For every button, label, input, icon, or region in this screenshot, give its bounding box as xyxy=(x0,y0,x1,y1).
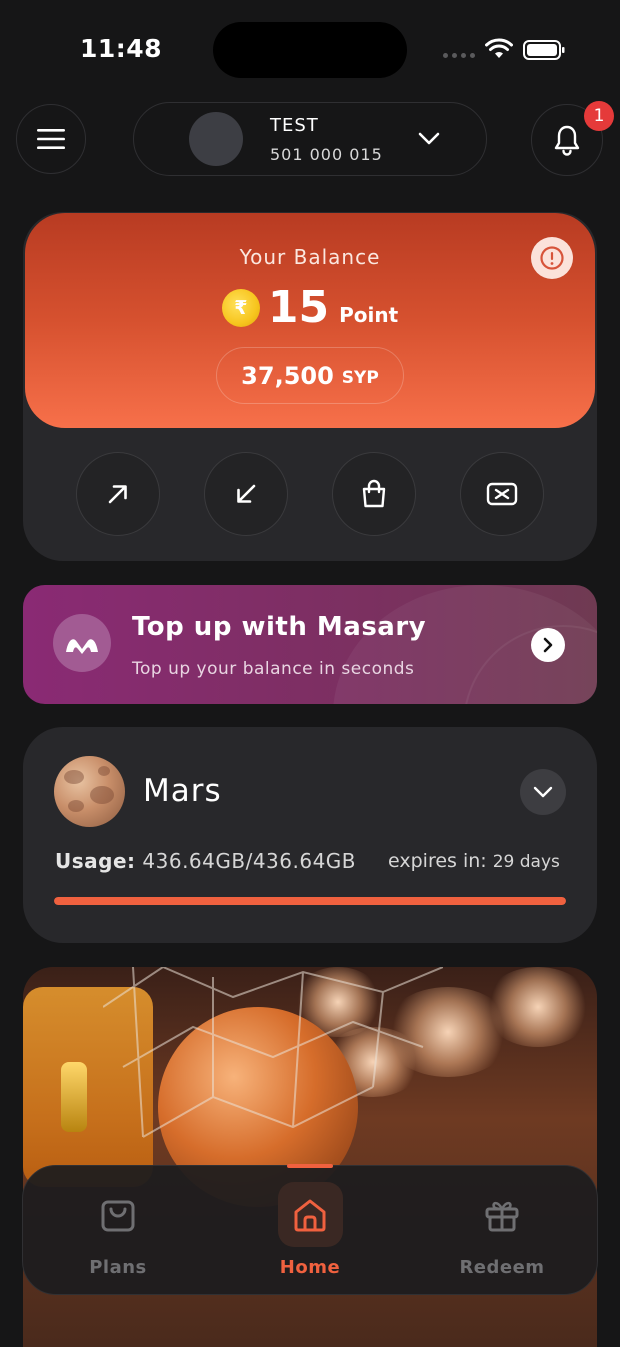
account-switcher[interactable]: TEST 501 000 015 xyxy=(133,102,487,176)
dynamic-island xyxy=(213,22,407,78)
wifi-icon xyxy=(485,38,513,58)
active-tab-indicator xyxy=(287,1164,333,1168)
shop-button[interactable] xyxy=(332,452,416,536)
trophy-icon xyxy=(61,1062,87,1132)
home-icon[interactable] xyxy=(291,1196,329,1234)
promo-arrow-button[interactable] xyxy=(531,628,565,662)
chevron-down-icon xyxy=(418,132,440,145)
account-name: TEST xyxy=(270,114,319,136)
usage-progress-fill xyxy=(54,897,566,905)
planet-icon xyxy=(54,756,125,827)
plan-card[interactable] xyxy=(23,727,597,943)
points-unit: Point xyxy=(339,302,399,327)
notification-badge: 1 xyxy=(584,101,614,131)
currency-balance: 37,500 SYP xyxy=(216,347,404,404)
promo-subtitle: Top up your balance in seconds xyxy=(132,659,415,679)
expires-text: expires in: 29 days xyxy=(388,850,560,872)
chevron-right-icon xyxy=(543,637,553,653)
send-button[interactable] xyxy=(76,452,160,536)
cellular-signal-icon xyxy=(443,53,475,58)
balance-info-button[interactable] xyxy=(531,237,573,279)
shopping-bag-icon[interactable] xyxy=(99,1196,137,1234)
usage-label: Usage: xyxy=(55,849,136,873)
avatar xyxy=(189,112,243,166)
arrow-up-right-icon xyxy=(108,485,127,504)
menu-button[interactable] xyxy=(16,104,86,174)
info-icon xyxy=(540,246,564,270)
ticket-icon xyxy=(486,482,518,506)
currency-value: 37,500 xyxy=(241,361,334,390)
currency-unit: SYP xyxy=(341,367,379,388)
nav-home[interactable]: Home xyxy=(250,1257,370,1278)
account-number: 501 000 015 xyxy=(270,144,383,164)
shopping-bag-icon xyxy=(362,479,386,508)
gift-icon[interactable] xyxy=(483,1196,521,1234)
masary-topup-banner[interactable]: Top up with Masary Top up your balance i… xyxy=(23,585,597,704)
plan-name: Mars xyxy=(143,773,222,809)
promo-title: Top up with Masary xyxy=(132,612,427,642)
balance-label: Your Balance xyxy=(239,245,381,269)
usage-progress-bar xyxy=(54,897,566,905)
status-time: 11:48 xyxy=(80,34,163,63)
vouchers-button[interactable] xyxy=(460,452,544,536)
battery-icon xyxy=(523,40,565,60)
nav-redeem[interactable]: Redeem xyxy=(442,1257,562,1278)
arrow-down-left-icon xyxy=(237,484,256,503)
usage-text: Usage: 436.64GB/436.64GB xyxy=(55,849,356,873)
bell-icon xyxy=(554,125,580,156)
expires-label: expires in: xyxy=(388,850,487,872)
receive-button[interactable] xyxy=(204,452,288,536)
expires-value: 29 days xyxy=(492,852,560,872)
masary-logo-icon xyxy=(53,614,111,672)
hamburger-icon xyxy=(37,129,65,149)
plan-expand-button[interactable] xyxy=(520,769,566,815)
points-row: ₹ 15 Point xyxy=(0,282,620,333)
usage-value: 436.64GB/436.64GB xyxy=(142,849,357,873)
chevron-down-icon xyxy=(533,786,553,798)
nav-plans[interactable]: Plans xyxy=(58,1257,178,1278)
points-value: 15 xyxy=(267,282,330,333)
coin-icon: ₹ xyxy=(221,288,260,327)
